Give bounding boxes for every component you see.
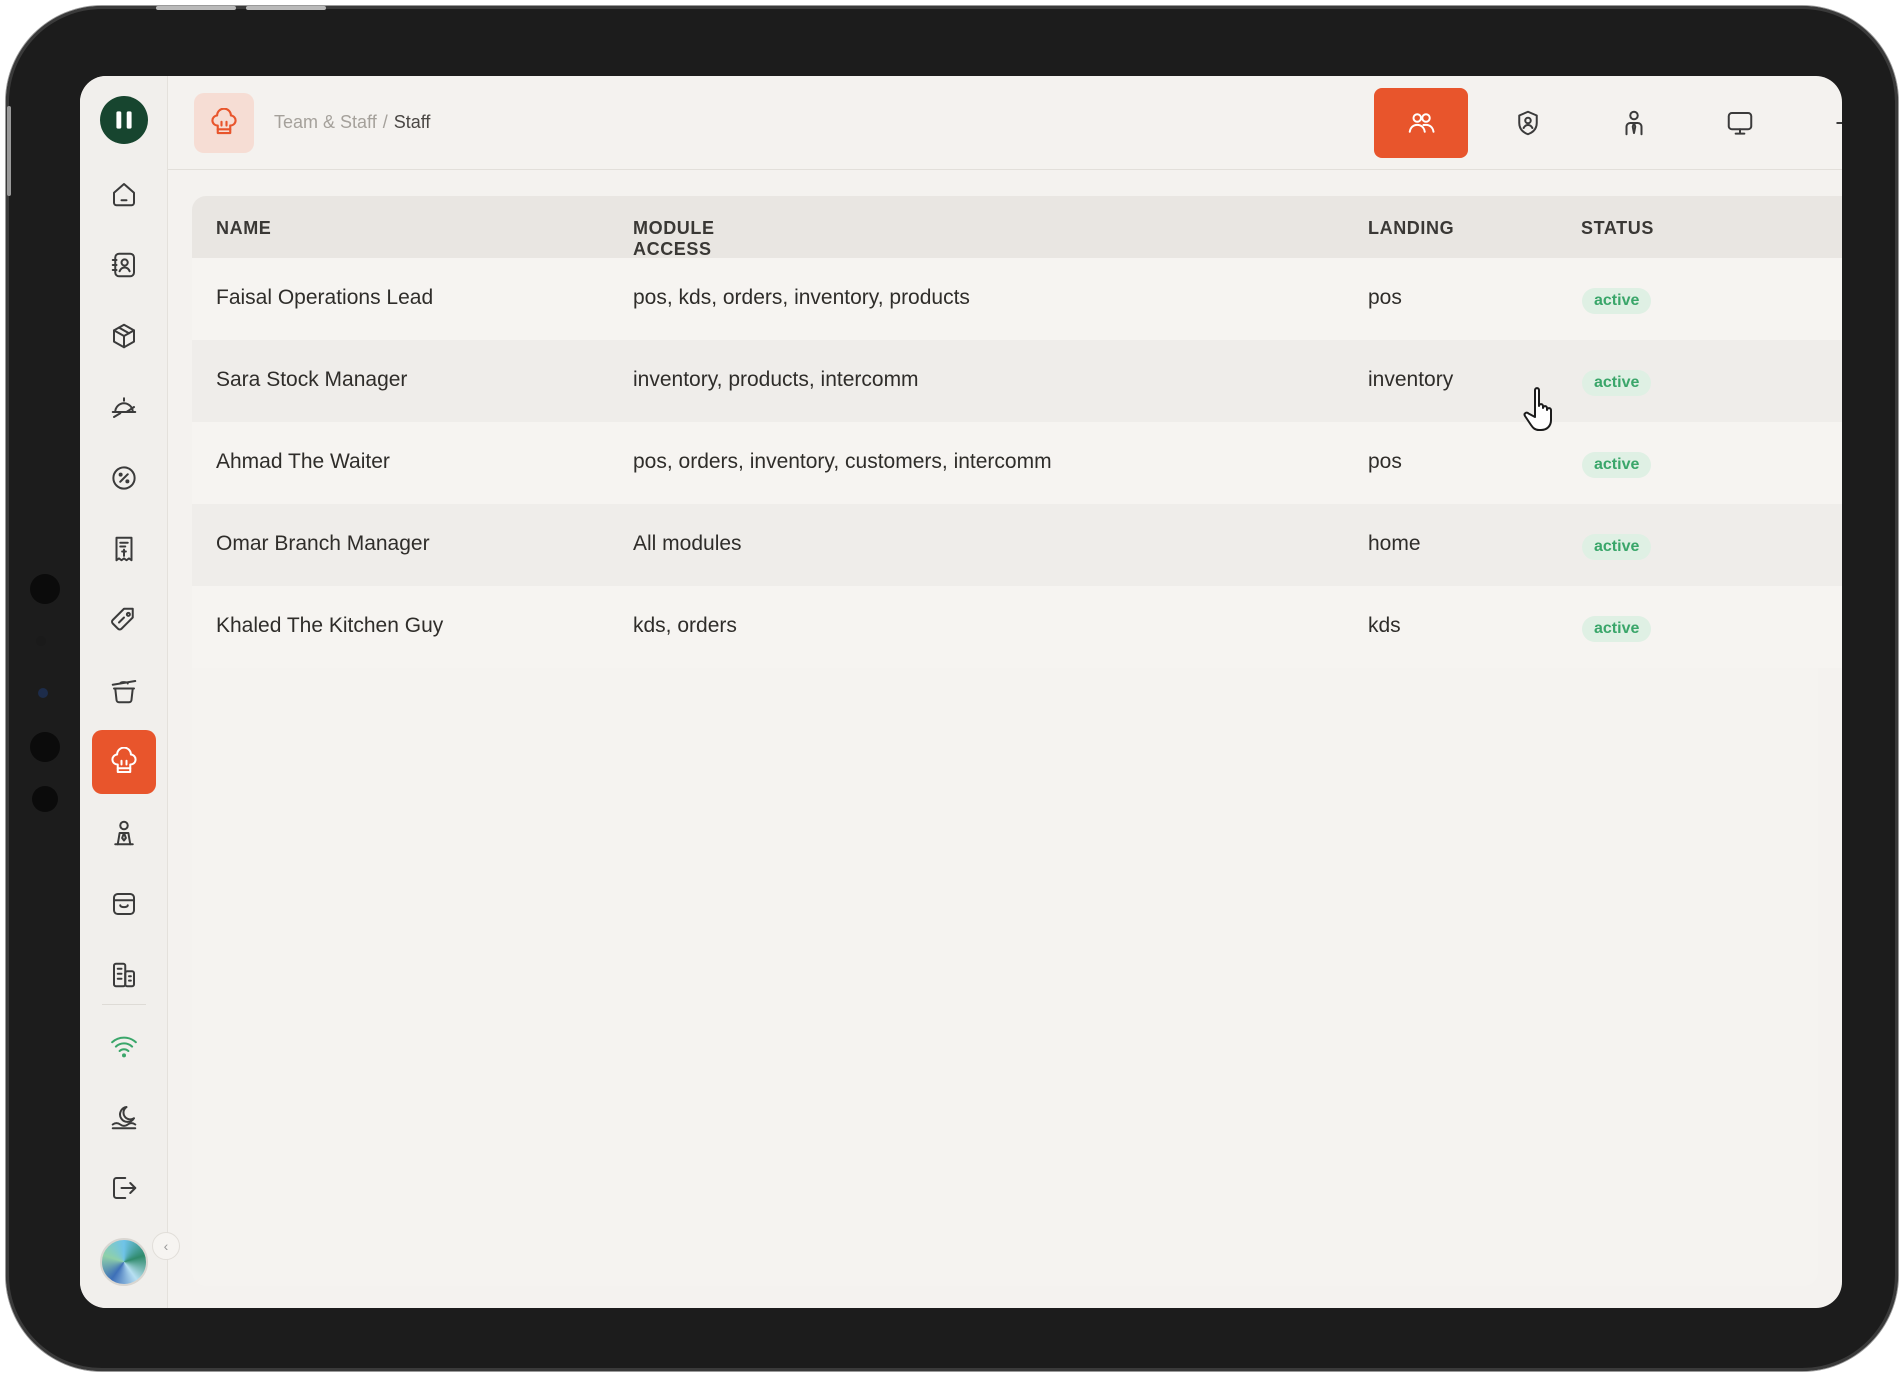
table-row[interactable]: Omar Branch Manager All modules home act…: [192, 504, 1842, 586]
breadcrumb-current: Staff: [393, 112, 431, 132]
camera-lens: [38, 688, 48, 698]
landing-page: inventory: [1368, 368, 1454, 391]
user-avatar[interactable]: [100, 1238, 148, 1286]
status-badge: active: [1582, 288, 1652, 314]
staff-name: Faisal Operations Lead: [216, 286, 434, 309]
landing-page: pos: [1368, 450, 1402, 473]
collapse-sidebar-button[interactable]: ‹: [152, 1232, 180, 1260]
discount-icon[interactable]: [92, 446, 156, 510]
staff-name: Omar Branch Manager: [216, 532, 430, 555]
person-icon[interactable]: [92, 801, 156, 865]
breadcrumb: Team & Staff / Staff: [274, 112, 430, 133]
serving-dish-icon[interactable]: [92, 375, 156, 439]
status-badge: active: [1582, 534, 1652, 560]
box-icon[interactable]: [92, 304, 156, 368]
contacts-icon[interactable]: [92, 233, 156, 297]
status-badge: active: [1582, 370, 1652, 396]
sidebar: [80, 76, 168, 1308]
theme-icon[interactable]: [92, 1085, 156, 1149]
table-row[interactable]: Sara Stock Manager inventory, products, …: [192, 340, 1842, 422]
tablet-frame: ‹ Team & Staff / Staff NAME MODULE ACCES…: [6, 6, 1898, 1371]
sidebar-divider: [102, 1004, 146, 1005]
top-header: Team & Staff / Staff: [168, 76, 1842, 170]
breadcrumb-separator: /: [382, 112, 388, 132]
column-header-status[interactable]: STATUS: [1581, 218, 1654, 239]
store-icon[interactable]: [92, 872, 156, 936]
chef-hat-icon[interactable]: [92, 730, 156, 794]
camera-dot: [30, 574, 60, 604]
user-tie-icon[interactable]: [1587, 88, 1681, 158]
plus-icon[interactable]: [1799, 88, 1842, 158]
logout-icon[interactable]: [92, 1156, 156, 1220]
module-access: inventory, products, intercomm: [633, 368, 919, 391]
module-access: pos, kds, orders, inventory, products: [633, 286, 970, 309]
table-row[interactable]: Khaled The Kitchen Guy kds, orders kds a…: [192, 586, 1842, 668]
landing-page: home: [1368, 532, 1421, 555]
landing-page: kds: [1368, 614, 1401, 637]
shield-user-icon[interactable]: [1481, 88, 1575, 158]
hand-cursor-icon: [1522, 384, 1562, 434]
sensor-dot: [32, 786, 58, 812]
table-row[interactable]: Ahmad The Waiter pos, orders, inventory,…: [192, 422, 1842, 504]
module-access: kds, orders: [633, 614, 737, 637]
staff-name: Khaled The Kitchen Guy: [216, 614, 444, 637]
module-access: All modules: [633, 532, 742, 555]
chef-hat-icon: [194, 93, 254, 153]
volume-button: [246, 6, 326, 10]
tag-icon[interactable]: [92, 588, 156, 652]
status-badge: active: [1582, 452, 1652, 478]
breadcrumb-section[interactable]: Team & Staff: [274, 112, 377, 132]
power-button: [7, 106, 11, 196]
volume-button: [156, 6, 236, 10]
staff-name: Sara Stock Manager: [216, 368, 408, 391]
building-icon[interactable]: [92, 943, 156, 1007]
sensor-dot: [36, 636, 46, 646]
app-logo[interactable]: [100, 96, 148, 144]
column-header-module-access[interactable]: MODULE ACCESS: [633, 218, 715, 260]
module-access: pos, orders, inventory, customers, inter…: [633, 450, 1052, 473]
sensor-dot: [30, 732, 60, 762]
column-header-name[interactable]: NAME: [216, 218, 271, 239]
app-screen: ‹ Team & Staff / Staff NAME MODULE ACCES…: [80, 76, 1842, 1308]
wifi-icon[interactable]: [92, 1014, 156, 1078]
home-icon[interactable]: [92, 162, 156, 226]
table-row[interactable]: Faisal Operations Lead pos, kds, orders,…: [192, 258, 1842, 340]
landing-page: pos: [1368, 286, 1402, 309]
receipt-icon[interactable]: [92, 517, 156, 581]
column-header-landing[interactable]: LANDING: [1368, 218, 1454, 239]
monitor-icon[interactable]: [1693, 88, 1787, 158]
pot-icon[interactable]: [92, 659, 156, 723]
staff-name: Ahmad The Waiter: [216, 450, 390, 473]
status-badge: active: [1582, 616, 1652, 642]
team-tab[interactable]: [1374, 88, 1468, 158]
